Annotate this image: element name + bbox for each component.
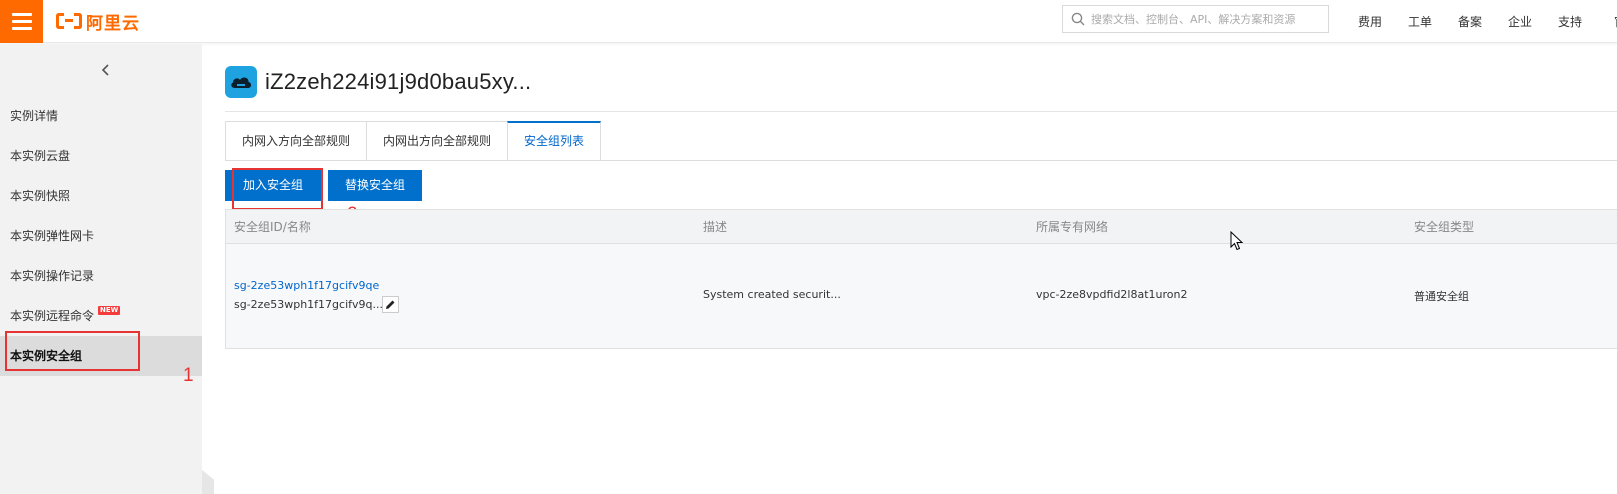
annotation-label-1: 1 xyxy=(183,365,194,386)
security-group-id-link[interactable]: sg-2ze53wph1f17gcifv9qe xyxy=(234,279,379,292)
chevron-left-icon xyxy=(101,64,109,76)
new-badge: NEW xyxy=(98,306,121,315)
security-group-description: System created securit... xyxy=(703,288,841,301)
nav-icp-filing[interactable]: 备案 xyxy=(1445,13,1495,30)
replace-security-group-button[interactable]: 替换安全组 xyxy=(328,170,422,201)
sidebar-item-label: 本实例操作记录 xyxy=(10,269,95,283)
column-header-vpc: 所属专有网络 xyxy=(1036,220,1109,234)
mouse-cursor-icon xyxy=(1230,231,1244,251)
table-row: sg-2ze53wph1f17gcifv9qe sg-2ze53wph1f17g… xyxy=(226,244,1617,348)
sidebar-item-label: 本实例快照 xyxy=(10,189,71,203)
page-title: iZ2zeh224i91j9d0bau5xy... xyxy=(265,69,532,94)
table-header: 安全组ID/名称 描述 所属专有网络 安全组类型 xyxy=(226,210,1617,244)
search-box[interactable] xyxy=(1062,5,1329,33)
sidebar-item-label: 本实例远程命令 xyxy=(10,309,95,323)
security-group-type: 普通安全组 xyxy=(1414,290,1469,303)
search-icon xyxy=(1071,12,1085,26)
menu-icon[interactable] xyxy=(0,0,43,43)
search-input[interactable] xyxy=(1091,12,1327,26)
nav-support[interactable]: 支持 xyxy=(1545,13,1595,30)
sidebar: 实例详情 本实例云盘 本实例快照 本实例弹性网卡 本实例操作记录 本实例远程命令… xyxy=(0,44,202,494)
sidebar-item-label: 本实例安全组 xyxy=(10,349,83,363)
column-header-description: 描述 xyxy=(703,220,728,234)
sidebar-resize-notch xyxy=(202,470,214,494)
aliyun-logo-mark xyxy=(56,13,82,29)
edit-name-button[interactable] xyxy=(382,296,399,313)
tabs-underline xyxy=(225,160,1617,161)
sidebar-item-eni[interactable]: 本实例弹性网卡 xyxy=(0,216,202,256)
tab-bar: 内网入方向全部规则 内网出方向全部规则 安全组列表 xyxy=(225,121,602,161)
nav-fees[interactable]: 费用 xyxy=(1345,13,1395,30)
sidebar-item-remote-commands[interactable]: 本实例远程命令 NEW xyxy=(0,296,202,336)
join-security-group-button[interactable]: 加入安全组 xyxy=(225,170,321,201)
sidebar-item-disks[interactable]: 本实例云盘 xyxy=(0,136,202,176)
sidebar-collapse-button[interactable] xyxy=(0,44,202,96)
nav-enterprise[interactable]: 企业 xyxy=(1495,13,1545,30)
cloud-server-icon xyxy=(225,66,257,98)
column-header-id-name: 安全组ID/名称 xyxy=(234,220,311,234)
pencil-icon xyxy=(386,300,395,309)
sidebar-item-snapshots[interactable]: 本实例快照 xyxy=(0,176,202,216)
top-bar: 阿里云 费用 工单 备案 企业 支持 官 xyxy=(0,0,1617,43)
aliyun-logo[interactable]: 阿里云 xyxy=(56,9,140,34)
security-group-table: 安全组ID/名称 描述 所属专有网络 安全组类型 sg-2ze53wph1f17… xyxy=(225,209,1617,349)
security-group-vpc: vpc-2ze8vpdfid2l8at1uron2 xyxy=(1036,288,1188,301)
tab-egress-rules[interactable]: 内网出方向全部规则 xyxy=(366,121,508,161)
logo-text: 阿里云 xyxy=(86,13,140,34)
title-divider xyxy=(225,111,1617,112)
sidebar-item-label: 本实例云盘 xyxy=(10,149,71,163)
sidebar-item-label: 本实例弹性网卡 xyxy=(10,229,95,243)
column-header-type: 安全组类型 xyxy=(1414,220,1475,234)
nav-tickets[interactable]: 工单 xyxy=(1395,13,1445,30)
title-row: iZ2zeh224i91j9d0bau5xy... xyxy=(225,66,531,98)
sidebar-item-security-groups[interactable]: 本实例安全组 xyxy=(0,336,202,376)
top-nav: 费用 工单 备案 企业 支持 官 xyxy=(1345,0,1617,43)
security-group-name: sg-2ze53wph1f17gcifv9q... xyxy=(234,298,383,311)
nav-official[interactable]: 官 xyxy=(1595,13,1617,30)
tab-security-group-list[interactable]: 安全组列表 xyxy=(507,121,602,161)
sidebar-item-operation-logs[interactable]: 本实例操作记录 xyxy=(0,256,202,296)
sidebar-item-instance-details[interactable]: 实例详情 xyxy=(0,96,202,136)
tab-ingress-rules[interactable]: 内网入方向全部规则 xyxy=(225,121,367,161)
sidebar-item-label: 实例详情 xyxy=(10,109,59,123)
